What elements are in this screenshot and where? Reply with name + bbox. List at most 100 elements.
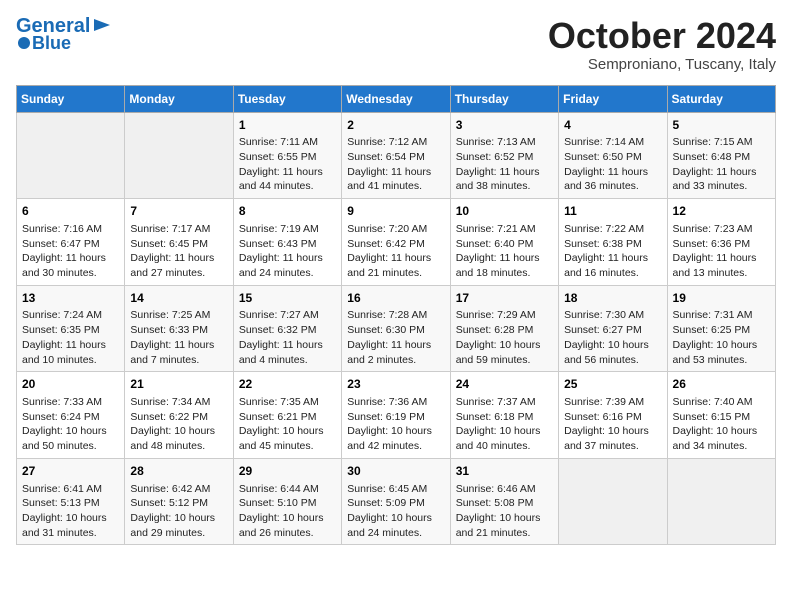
calendar-cell: 9Sunrise: 7:20 AMSunset: 6:42 PMDaylight… [342, 199, 450, 286]
week-row-5: 27 Sunrise: 6:41 AMSunset: 5:13 PMDayligh… [17, 458, 776, 545]
month-title: October 2024 [548, 16, 776, 56]
day-details: Sunrise: 7:23 AMSunset: 6:36 PMDaylight:… [673, 222, 770, 281]
calendar-cell: 30 Sunrise: 6:45 AMSunset: 5:09 PMDayligh… [342, 458, 450, 545]
day-number: 20 [22, 376, 119, 393]
calendar-cell: 20 Sunrise: 7:33 AMSunset: 6:24 PMDayligh… [17, 372, 125, 459]
calendar-cell: 27 Sunrise: 6:41 AMSunset: 5:13 PMDayligh… [17, 458, 125, 545]
day-details: Sunrise: 7:35 AMSunset: 6:21 PMDaylight:… [239, 395, 336, 454]
week-row-1: 1Sunrise: 7:11 AMSunset: 6:55 PMDaylight… [17, 112, 776, 199]
day-number: 24 [456, 376, 553, 393]
calendar-cell: 4Sunrise: 7:14 AMSunset: 6:50 PMDaylight… [559, 112, 667, 199]
location: Semproniano, Tuscany, Italy [548, 56, 776, 73]
day-number: 13 [22, 290, 119, 307]
calendar-cell: 19Sunrise: 7:31 AMSunset: 6:25 PMDayligh… [667, 285, 775, 372]
day-details: Sunrise: 7:36 AMSunset: 6:19 PMDaylight:… [347, 395, 444, 454]
day-number: 18 [564, 290, 661, 307]
calendar-cell: 26 Sunrise: 7:40 AMSunset: 6:15 PMDayligh… [667, 372, 775, 459]
day-number: 25 [564, 376, 661, 393]
day-number: 6 [22, 203, 119, 220]
day-number: 10 [456, 203, 553, 220]
calendar-cell: 12 Sunrise: 7:23 AMSunset: 6:36 PMDayligh… [667, 199, 775, 286]
week-row-4: 20 Sunrise: 7:33 AMSunset: 6:24 PMDayligh… [17, 372, 776, 459]
day-details: Sunrise: 7:17 AMSunset: 6:45 PMDaylight:… [130, 222, 227, 281]
col-header-saturday: Saturday [667, 85, 775, 112]
day-details: Sunrise: 6:45 AMSunset: 5:09 PMDaylight:… [347, 482, 444, 541]
day-details: Sunrise: 7:12 AMSunset: 6:54 PMDaylight:… [347, 135, 444, 194]
day-number: 15 [239, 290, 336, 307]
calendar-cell: 6 Sunrise: 7:16 AMSunset: 6:47 PMDaylight… [17, 199, 125, 286]
day-number: 12 [673, 203, 770, 220]
header-row: SundayMondayTuesdayWednesdayThursdayFrid… [17, 85, 776, 112]
day-details: Sunrise: 7:14 AMSunset: 6:50 PMDaylight:… [564, 135, 661, 194]
day-number: 21 [130, 376, 227, 393]
calendar-cell: 15Sunrise: 7:27 AMSunset: 6:32 PMDayligh… [233, 285, 341, 372]
col-header-tuesday: Tuesday [233, 85, 341, 112]
day-details: Sunrise: 7:33 AMSunset: 6:24 PMDaylight:… [22, 395, 119, 454]
day-number: 1 [239, 117, 336, 134]
day-details: Sunrise: 7:13 AMSunset: 6:52 PMDaylight:… [456, 135, 553, 194]
day-details: Sunrise: 6:46 AMSunset: 5:08 PMDaylight:… [456, 482, 553, 541]
day-number: 17 [456, 290, 553, 307]
day-number: 19 [673, 290, 770, 307]
calendar-cell: 23 Sunrise: 7:36 AMSunset: 6:19 PMDayligh… [342, 372, 450, 459]
col-header-thursday: Thursday [450, 85, 558, 112]
col-header-friday: Friday [559, 85, 667, 112]
day-details: Sunrise: 7:39 AMSunset: 6:16 PMDaylight:… [564, 395, 661, 454]
col-header-wednesday: Wednesday [342, 85, 450, 112]
day-details: Sunrise: 7:28 AMSunset: 6:30 PMDaylight:… [347, 308, 444, 367]
calendar-cell: 29 Sunrise: 6:44 AMSunset: 5:10 PMDayligh… [233, 458, 341, 545]
calendar-table: SundayMondayTuesdayWednesdayThursdayFrid… [16, 85, 776, 546]
calendar-cell: 11Sunrise: 7:22 AMSunset: 6:38 PMDayligh… [559, 199, 667, 286]
calendar-cell [125, 112, 233, 199]
calendar-cell: 21 Sunrise: 7:34 AMSunset: 6:22 PMDayligh… [125, 372, 233, 459]
day-details: Sunrise: 7:27 AMSunset: 6:32 PMDaylight:… [239, 308, 336, 367]
calendar-cell: 5Sunrise: 7:15 AMSunset: 6:48 PMDaylight… [667, 112, 775, 199]
day-number: 29 [239, 463, 336, 480]
day-details: Sunrise: 7:21 AMSunset: 6:40 PMDaylight:… [456, 222, 553, 281]
calendar-cell: 14Sunrise: 7:25 AMSunset: 6:33 PMDayligh… [125, 285, 233, 372]
calendar-cell: 16Sunrise: 7:28 AMSunset: 6:30 PMDayligh… [342, 285, 450, 372]
day-number: 9 [347, 203, 444, 220]
day-details: Sunrise: 7:15 AMSunset: 6:48 PMDaylight:… [673, 135, 770, 194]
col-header-monday: Monday [125, 85, 233, 112]
day-number: 22 [239, 376, 336, 393]
calendar-cell: 8Sunrise: 7:19 AMSunset: 6:43 PMDaylight… [233, 199, 341, 286]
day-number: 31 [456, 463, 553, 480]
day-details: Sunrise: 7:40 AMSunset: 6:15 PMDaylight:… [673, 395, 770, 454]
calendar-cell: 24 Sunrise: 7:37 AMSunset: 6:18 PMDayligh… [450, 372, 558, 459]
page-header: General Blue October 2024 Semproniano, T… [16, 16, 776, 73]
calendar-cell: 28Sunrise: 6:42 AMSunset: 5:12 PMDayligh… [125, 458, 233, 545]
logo: General Blue [16, 16, 112, 52]
calendar-cell: 31 Sunrise: 6:46 AMSunset: 5:08 PMDayligh… [450, 458, 558, 545]
logo-text2: Blue [32, 34, 71, 52]
calendar-cell: 2Sunrise: 7:12 AMSunset: 6:54 PMDaylight… [342, 112, 450, 199]
calendar-cell: 17Sunrise: 7:29 AMSunset: 6:28 PMDayligh… [450, 285, 558, 372]
day-number: 23 [347, 376, 444, 393]
calendar-cell: 18Sunrise: 7:30 AMSunset: 6:27 PMDayligh… [559, 285, 667, 372]
day-details: Sunrise: 7:31 AMSunset: 6:25 PMDaylight:… [673, 308, 770, 367]
day-details: Sunrise: 7:34 AMSunset: 6:22 PMDaylight:… [130, 395, 227, 454]
calendar-cell: 10 Sunrise: 7:21 AMSunset: 6:40 PMDayligh… [450, 199, 558, 286]
day-details: Sunrise: 7:19 AMSunset: 6:43 PMDaylight:… [239, 222, 336, 281]
day-number: 4 [564, 117, 661, 134]
day-number: 27 [22, 463, 119, 480]
title-section: October 2024 Semproniano, Tuscany, Italy [548, 16, 776, 73]
calendar-cell: 25 Sunrise: 7:39 AMSunset: 6:16 PMDayligh… [559, 372, 667, 459]
calendar-cell: 1Sunrise: 7:11 AMSunset: 6:55 PMDaylight… [233, 112, 341, 199]
day-details: Sunrise: 7:11 AMSunset: 6:55 PMDaylight:… [239, 135, 336, 194]
day-details: Sunrise: 7:30 AMSunset: 6:27 PMDaylight:… [564, 308, 661, 367]
calendar-cell [559, 458, 667, 545]
day-number: 16 [347, 290, 444, 307]
day-details: Sunrise: 6:42 AMSunset: 5:12 PMDaylight:… [130, 482, 227, 541]
day-details: Sunrise: 6:44 AMSunset: 5:10 PMDaylight:… [239, 482, 336, 541]
logo-arrow-icon [92, 15, 112, 35]
day-number: 26 [673, 376, 770, 393]
day-details: Sunrise: 6:41 AMSunset: 5:13 PMDaylight:… [22, 482, 119, 541]
day-details: Sunrise: 7:16 AMSunset: 6:47 PMDaylight:… [22, 222, 119, 281]
calendar-cell: 22 Sunrise: 7:35 AMSunset: 6:21 PMDayligh… [233, 372, 341, 459]
day-number: 5 [673, 117, 770, 134]
calendar-cell [667, 458, 775, 545]
day-number: 30 [347, 463, 444, 480]
day-details: Sunrise: 7:37 AMSunset: 6:18 PMDaylight:… [456, 395, 553, 454]
day-number: 14 [130, 290, 227, 307]
